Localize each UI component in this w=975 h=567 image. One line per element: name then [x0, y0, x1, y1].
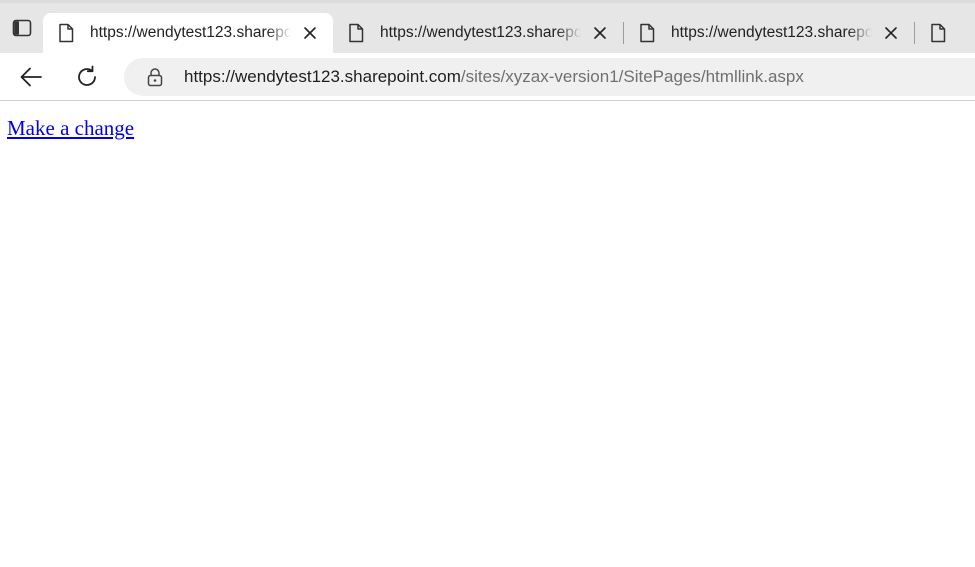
url-host: https://wendytest123.sharepoint.com: [184, 67, 461, 86]
page-content: Make a change: [0, 102, 975, 567]
page-icon: [640, 23, 655, 43]
close-tab-button[interactable]: [589, 22, 611, 44]
tab-1[interactable]: https://wendytest123.sharepoint.com/site…: [43, 13, 333, 53]
close-icon: [885, 27, 897, 39]
tab-3[interactable]: https://wendytest123.sharepoint.com/site…: [624, 13, 914, 53]
page-icon: [931, 23, 946, 43]
back-arrow-icon: [20, 67, 42, 86]
close-icon: [304, 27, 316, 39]
browser-toolbar: https://wendytest123.sharepoint.com/site…: [0, 53, 975, 101]
close-tab-button[interactable]: [880, 22, 902, 44]
back-button[interactable]: [11, 57, 51, 97]
page-icon: [349, 23, 364, 43]
make-a-change-link[interactable]: Make a change: [7, 116, 134, 141]
reload-icon: [78, 65, 96, 86]
tab-actions-button[interactable]: [7, 13, 37, 43]
tab-2[interactable]: https://wendytest123.sharepoint.com/site…: [333, 13, 623, 53]
page-icon: [59, 23, 74, 43]
tab-bar: https://wendytest123.sharepoint.com/site…: [0, 3, 975, 53]
reload-button[interactable]: [67, 57, 107, 97]
tab-actions-icon: [12, 19, 31, 37]
url-text: https://wendytest123.sharepoint.com/site…: [184, 67, 804, 87]
tab-title: https://wendytest123.sharepoint.com/site…: [90, 24, 291, 41]
address-bar[interactable]: https://wendytest123.sharepoint.com/site…: [124, 58, 975, 96]
tab-title: https://wendytest123.sharepoint.com/site…: [671, 24, 872, 41]
close-icon: [594, 27, 606, 39]
tab-4-partial[interactable]: [915, 13, 975, 53]
url-path: /sites/xyzax-version1/SitePages/htmllink…: [460, 67, 804, 86]
tab-actions: [0, 3, 43, 53]
close-tab-button[interactable]: [299, 22, 321, 44]
tab-title: https://wendytest123.sharepoint.com/site…: [380, 24, 581, 41]
lock-icon[interactable]: [146, 67, 164, 87]
